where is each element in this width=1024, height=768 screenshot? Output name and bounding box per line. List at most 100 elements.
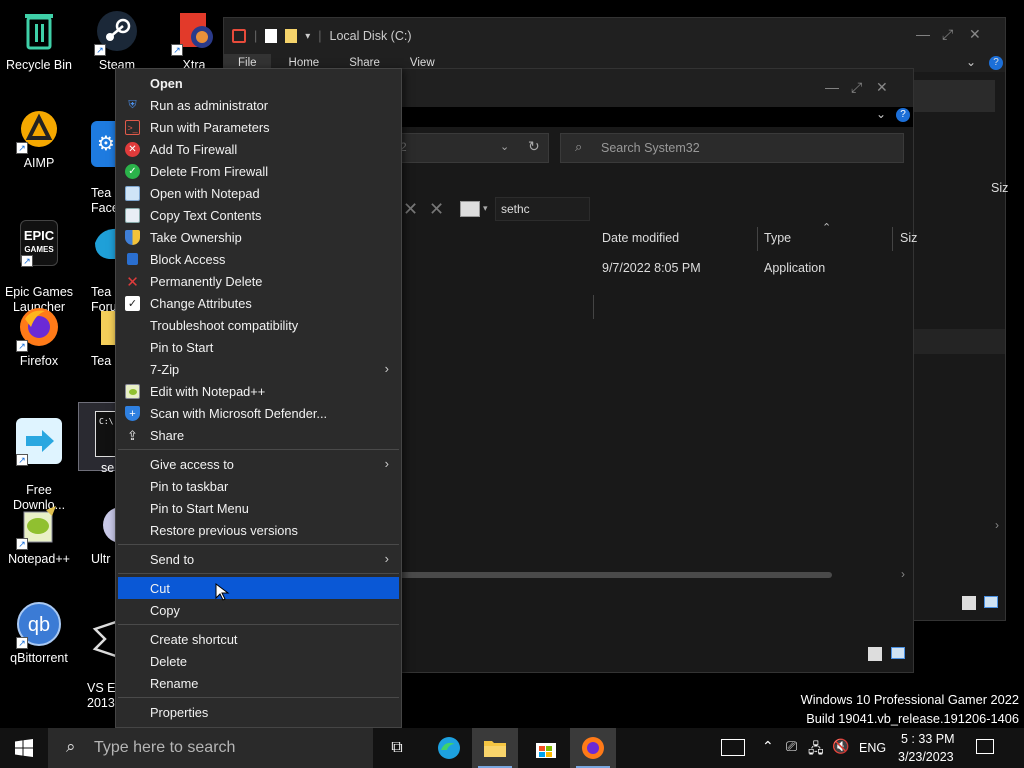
menu-item-rename[interactable]: Rename	[116, 672, 401, 694]
qbittorrent-icon: qb ↗	[16, 601, 62, 649]
size-column-header-back[interactable]: Siz	[991, 181, 1008, 195]
menu-item-label: Permanently Delete	[150, 273, 263, 289]
menu-item-troubleshoot-compatibility[interactable]: Troubleshoot compatibility	[116, 314, 401, 336]
desktop-icon-sethc[interactable]: C:\ se	[78, 402, 125, 475]
defender-icon: +	[125, 406, 140, 421]
view-options-icon[interactable]	[460, 201, 480, 217]
menu-item-open-with-notepad[interactable]: Open with Notepad	[116, 182, 401, 204]
menu-item-take-ownership[interactable]: Take Ownership	[116, 226, 401, 248]
shortcut-arrow-icon: ↗	[16, 637, 28, 649]
help-icon[interactable]: ?	[896, 108, 910, 122]
properties-icon[interactable]	[265, 29, 278, 43]
menu-item-pin-to-start[interactable]: Pin to Start	[116, 336, 401, 358]
menu-item-send-to[interactable]: Send to ›	[116, 548, 401, 570]
scroll-right-icon[interactable]: ›	[901, 567, 905, 581]
maximize-button[interactable]: ⤢	[942, 26, 953, 43]
thumbnails-view-icon[interactable]	[984, 596, 998, 608]
remove-icon[interactable]: ✕	[403, 199, 418, 220]
customize-qat-icon[interactable]: ▾	[305, 31, 310, 42]
taskbar-app-firefox[interactable]	[570, 728, 616, 768]
menu-item-restore-previous-versions[interactable]: Restore previous versions	[116, 519, 401, 541]
menu-item-pin-to-taskbar[interactable]: Pin to taskbar	[116, 475, 401, 497]
menu-item-label: 7-Zip	[150, 361, 180, 377]
keyboard-icon[interactable]	[721, 739, 745, 756]
menu-item-open[interactable]: Open	[116, 72, 401, 94]
menu-item-label: Delete	[150, 653, 187, 669]
menu-item-add-to-firewall[interactable]: ✕ Add To Firewall	[116, 138, 401, 160]
checkbox-icon: ✓	[125, 296, 140, 311]
menu-item-give-access-to[interactable]: Give access to ›	[116, 453, 401, 475]
desktop-icon-xtra[interactable]: ↗ Xtra	[155, 8, 233, 73]
menu-item-create-shortcut[interactable]: Create shortcut	[116, 628, 401, 650]
minimize-button[interactable]: —	[825, 79, 839, 95]
menu-item-change-attributes[interactable]: ✓ Change Attributes	[116, 292, 401, 314]
refresh-icon[interactable]: ↻	[528, 138, 540, 155]
thumbnails-view-icon[interactable]	[891, 647, 905, 659]
network-icon[interactable]: 🖧	[808, 738, 824, 762]
taskbar-search-input[interactable]: ⌕ Type here to search	[48, 728, 373, 768]
desktop-icon-recycle-bin[interactable]: Recycle Bin	[0, 8, 78, 73]
menu-item-permanently-delete[interactable]: ✕ Permanently Delete	[116, 270, 401, 292]
desktop-icon-label: Recycle Bin	[6, 58, 72, 72]
clock-time[interactable]: 5 : 33 PM	[901, 732, 955, 746]
scroll-right-icon[interactable]: ›	[995, 518, 999, 532]
desktop-icon-firefox[interactable]: ↗ Firefox	[0, 304, 78, 369]
epic-games-icon: EPIC GAMES ↗	[20, 220, 58, 267]
menu-item-pin-to-start-menu[interactable]: Pin to Start Menu	[116, 497, 401, 519]
minimize-button[interactable]: —	[916, 26, 930, 42]
menu-item-7zip[interactable]: 7-Zip ›	[116, 358, 401, 380]
menu-item-run-as-administrator[interactable]: ⛨ Run as administrator	[116, 94, 401, 116]
menu-item-share[interactable]: ⇪ Share	[116, 424, 401, 446]
desktop-icon-notepadpp[interactable]: ↗ Notepad++	[0, 502, 78, 567]
volume-muted-icon[interactable]: 🔇	[832, 738, 849, 755]
details-view-icon[interactable]	[868, 647, 882, 661]
horizontal-scrollbar[interactable]	[399, 572, 832, 578]
expand-ribbon-icon[interactable]: ⌄	[966, 55, 976, 69]
new-folder-icon[interactable]	[285, 29, 298, 43]
view-dropdown-icon[interactable]: ▾	[483, 203, 488, 214]
start-button[interactable]	[0, 728, 48, 768]
task-view-button[interactable]: ⧉	[374, 728, 420, 768]
column-header-date-modified[interactable]: Date modified	[602, 231, 679, 245]
remove-all-icon[interactable]: ✕	[429, 199, 444, 220]
taskbar-app-edge[interactable]	[426, 728, 472, 768]
close-button[interactable]: ✕	[876, 79, 888, 96]
taskbar-app-store[interactable]	[523, 728, 569, 768]
column-header-size[interactable]: Siz	[900, 231, 917, 245]
menu-item-copy-text-contents[interactable]: Copy Text Contents	[116, 204, 401, 226]
menu-item-delete-from-firewall[interactable]: ✓ Delete From Firewall	[116, 160, 401, 182]
meet-now-icon[interactable]: ⎚	[786, 738, 797, 755]
shortcut-arrow-icon: ↗	[16, 454, 28, 466]
maximize-button[interactable]: ⤢	[851, 79, 862, 96]
taskbar-app-file-explorer[interactable]	[472, 728, 518, 768]
address-dropdown-icon[interactable]: ⌄	[500, 140, 509, 153]
filter-input[interactable]: sethc	[495, 197, 590, 221]
filter-text: sethc	[501, 202, 530, 216]
show-hidden-icons-chevron-icon[interactable]: ⌃	[762, 738, 774, 755]
menu-item-scan-with-defender[interactable]: + Scan with Microsoft Defender...	[116, 402, 401, 424]
menu-item-copy[interactable]: Copy	[116, 599, 401, 621]
notifications-icon[interactable]	[976, 739, 994, 754]
help-icon[interactable]: ?	[989, 56, 1003, 70]
menu-item-cut[interactable]: Cut	[118, 577, 399, 601]
search-box-back[interactable]	[913, 80, 995, 112]
menu-item-run-with-parameters[interactable]: >_ Run with Parameters	[116, 116, 401, 138]
notepadpp-icon: ↗	[16, 502, 62, 550]
search-input[interactable]: ⌕ Search System32	[560, 133, 904, 163]
desktop-icon-qbittorrent[interactable]: qb ↗ qBittorrent	[0, 601, 78, 666]
close-button[interactable]: ✕	[969, 26, 981, 43]
expand-ribbon-icon[interactable]: ⌄	[876, 107, 886, 121]
menu-item-delete[interactable]: Delete	[116, 650, 401, 672]
clock-date[interactable]: 3/23/2023	[898, 750, 954, 764]
desktop-icon-aimp[interactable]: ↗ AIMP	[0, 106, 78, 171]
language-indicator[interactable]: ENG	[859, 741, 886, 755]
details-view-icon[interactable]	[962, 596, 976, 610]
address-bar[interactable]: 2 ⌄ ↻	[399, 133, 549, 163]
desktop-icon-steam[interactable]: ↗ Steam	[78, 8, 156, 73]
menu-item-edit-with-notepadpp[interactable]: Edit with Notepad++	[116, 380, 401, 402]
firefox-icon: ↗	[16, 304, 62, 352]
menu-item-block-access[interactable]: Block Access	[116, 248, 401, 270]
red-x-icon: ✕	[126, 273, 139, 291]
menu-item-properties[interactable]: Properties	[116, 701, 401, 723]
column-header-type[interactable]: Type	[764, 231, 791, 245]
